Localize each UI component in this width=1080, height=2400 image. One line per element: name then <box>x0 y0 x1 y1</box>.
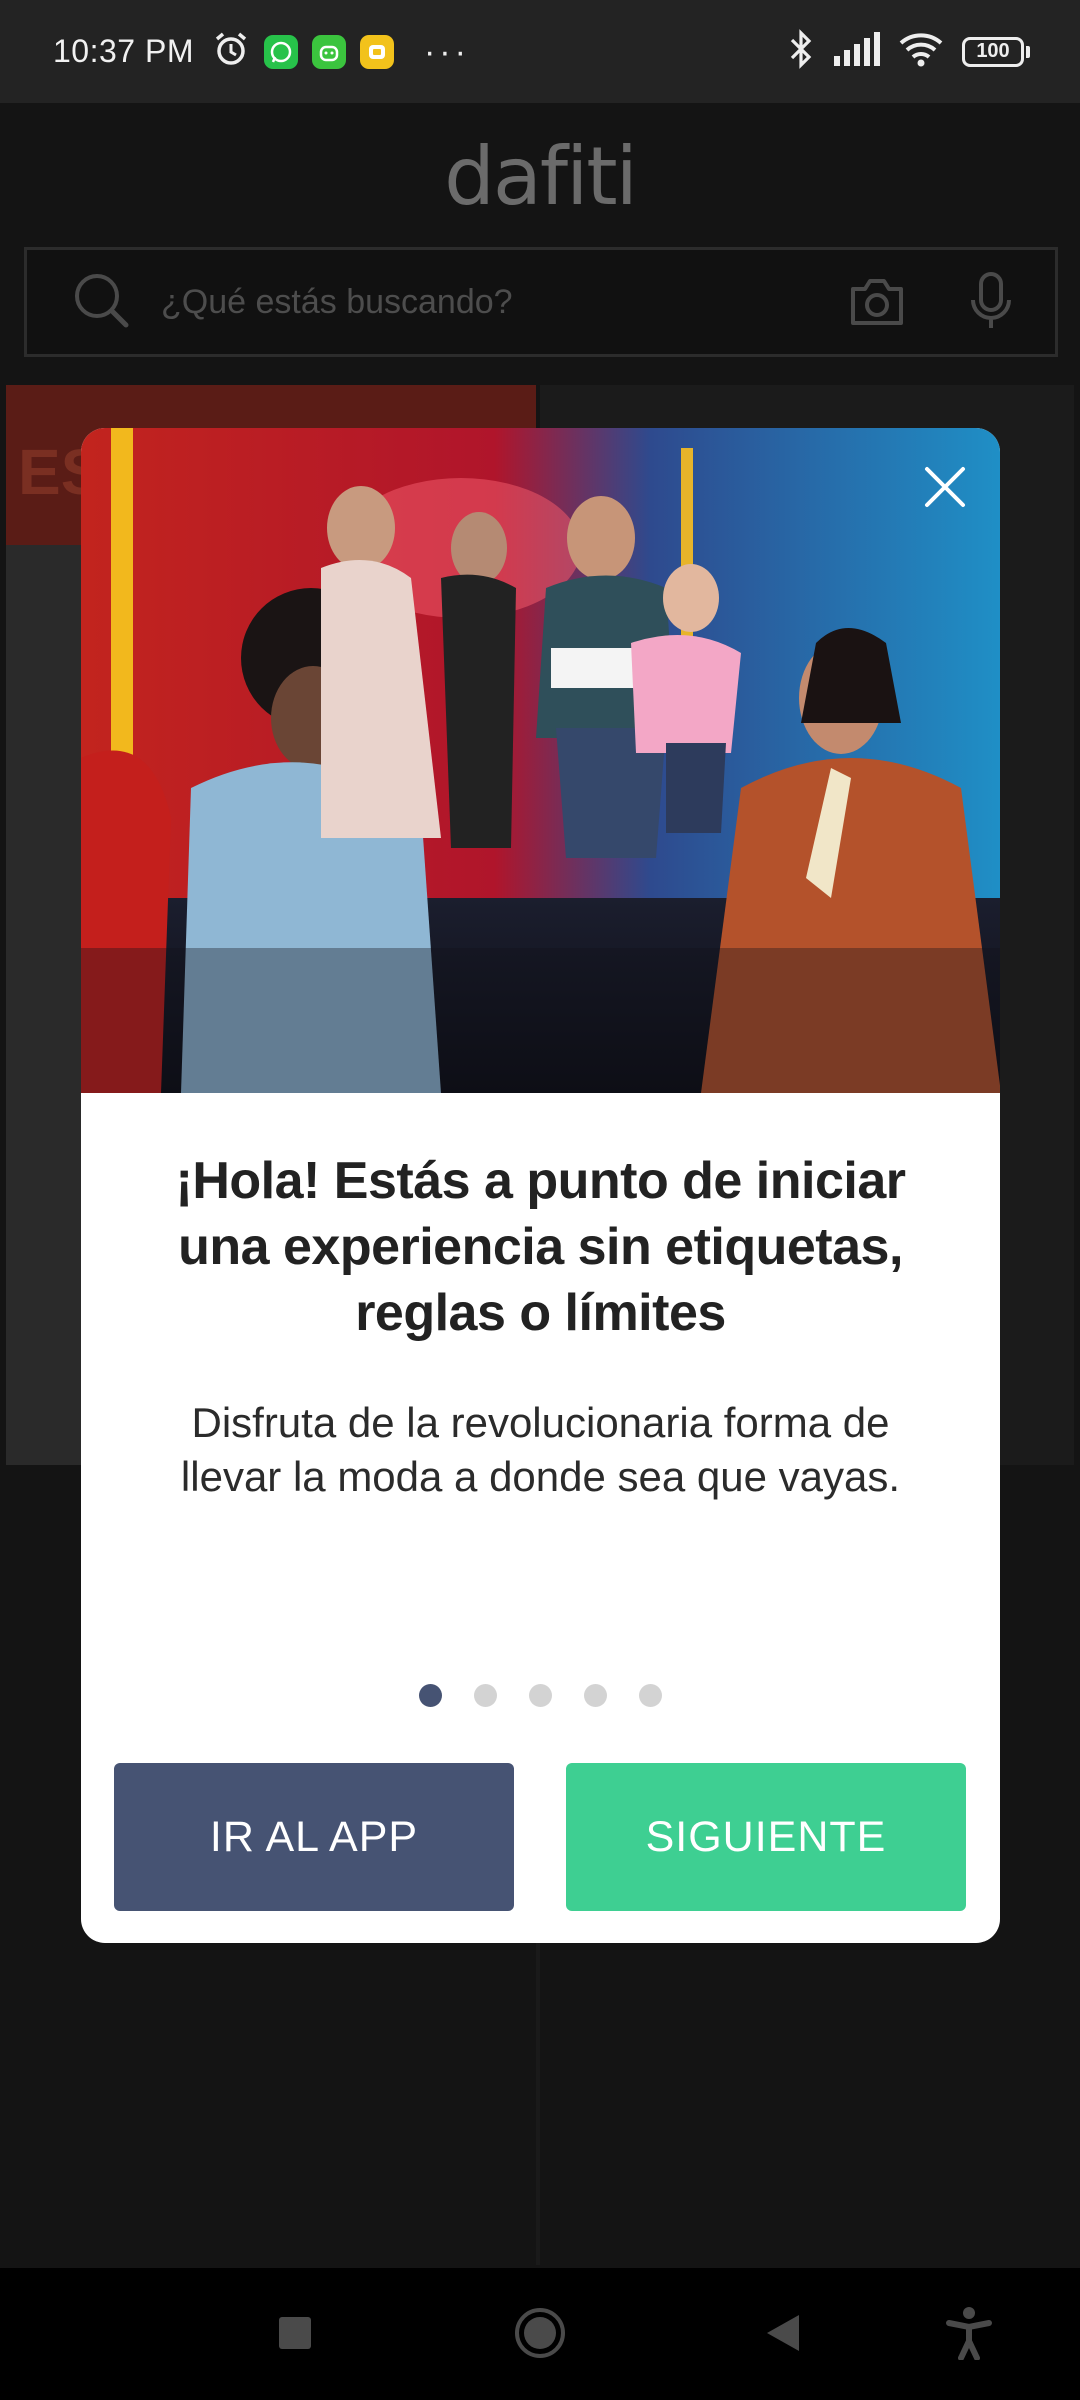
pager-indicator <box>0 1684 1080 1707</box>
accessibility-icon <box>945 2306 993 2365</box>
home-circle-icon <box>513 2306 567 2365</box>
battery-icon: 100 <box>962 36 1030 67</box>
pager-dot[interactable] <box>583 1684 607 1707</box>
close-button[interactable] <box>916 458 974 516</box>
whatsapp-icon <box>263 34 298 69</box>
status-left: 10:37 PM ··· <box>53 30 470 73</box>
back-triangle-icon <box>763 2313 803 2358</box>
search-icon <box>71 270 131 335</box>
alarm-icon <box>212 30 250 73</box>
system-nav-bar <box>0 2268 1080 2400</box>
more-notifications-indicator: ··· <box>423 32 470 71</box>
pager-dot[interactable] <box>528 1684 552 1707</box>
android-icon <box>311 34 346 69</box>
modal-subtitle: Disfruta de la revolucionaria forma de l… <box>180 1399 901 1500</box>
recents-button[interactable] <box>268 2308 322 2362</box>
pager-dot[interactable] <box>473 1684 497 1707</box>
recents-square-icon <box>278 2316 312 2355</box>
pager-dot[interactable] <box>418 1684 442 1707</box>
home-button[interactable] <box>513 2306 567 2365</box>
microphone-icon[interactable] <box>967 272 1015 332</box>
status-time: 10:37 PM <box>53 33 194 69</box>
status-right: 100 <box>788 29 1030 74</box>
battery-level: 100 <box>962 36 1024 67</box>
onboarding-modal: ¡Hola! Estás a punto de iniciar una expe… <box>81 428 1000 1943</box>
wifi-icon <box>898 31 944 72</box>
go-to-app-button[interactable]: IR AL APP <box>114 1763 514 1911</box>
brand-logo: dafiti <box>444 130 638 223</box>
pager-dot[interactable] <box>638 1684 662 1707</box>
hero-photo <box>81 428 1000 1093</box>
camera-icon[interactable] <box>847 275 907 329</box>
signal-icon <box>832 32 880 71</box>
search-input[interactable]: ¿Qué estás buscando? <box>161 283 787 322</box>
accessibility-button[interactable] <box>942 2306 996 2365</box>
back-button[interactable] <box>756 2308 810 2362</box>
search-bar[interactable]: ¿Qué estás buscando? <box>24 247 1058 357</box>
battery-tip <box>1026 45 1030 58</box>
status-bar: 10:37 PM ··· 100 <box>0 0 1080 103</box>
bluetooth-icon <box>788 29 814 74</box>
next-button[interactable]: SIGUIENTE <box>566 1763 966 1911</box>
modal-title: ¡Hola! Estás a punto de iniciar una expe… <box>175 1152 906 1342</box>
notification-app-icon <box>359 34 394 69</box>
close-icon <box>923 465 967 509</box>
